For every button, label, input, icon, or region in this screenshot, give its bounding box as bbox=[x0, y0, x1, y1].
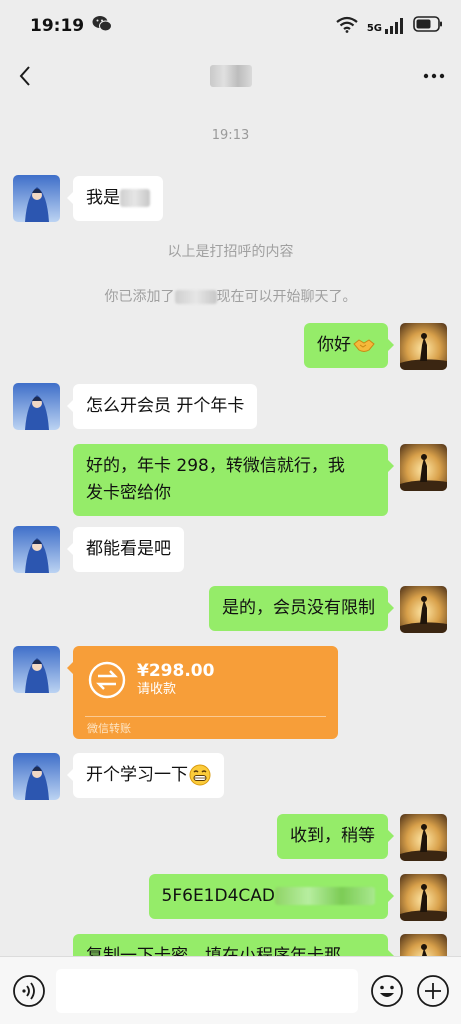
contact-avatar[interactable] bbox=[13, 753, 60, 800]
chevron-left-icon[interactable] bbox=[14, 64, 38, 88]
transfer-status: 请收款 bbox=[137, 682, 177, 697]
message-text: 都能看是吧 bbox=[86, 539, 171, 559]
plus-icon[interactable] bbox=[416, 974, 450, 1008]
my-avatar[interactable] bbox=[400, 934, 447, 956]
wechat-icon bbox=[92, 15, 113, 37]
message-bubble-outgoing[interactable]: 你好 bbox=[304, 323, 394, 368]
status-time: 19:19 bbox=[30, 16, 85, 36]
redacted-patch bbox=[120, 189, 150, 207]
status-bar: 19:19 5G bbox=[0, 0, 461, 52]
message-bubble-incoming[interactable]: 都能看是吧 bbox=[67, 527, 184, 572]
divider bbox=[85, 716, 326, 717]
message-bubble-outgoing[interactable]: 收到，稍等 bbox=[277, 814, 394, 859]
timestamp: 19:13 bbox=[211, 128, 250, 143]
input-bar bbox=[0, 956, 461, 1024]
message-text: 怎么开会员 开个年卡 bbox=[86, 396, 245, 416]
my-avatar[interactable] bbox=[400, 323, 447, 370]
message-bubble-outgoing[interactable]: 5F6E1D4CAD bbox=[148, 874, 395, 919]
transfer-exchange-icon bbox=[87, 660, 127, 700]
message-text-line: 好的，年卡 298，转微信就行，我 bbox=[86, 456, 345, 476]
emoji-icon[interactable] bbox=[370, 974, 404, 1008]
battery-icon bbox=[413, 16, 443, 36]
message-text: 你好 bbox=[317, 335, 351, 355]
system-text-part1: 你已添加了 bbox=[104, 289, 175, 305]
more-dots-icon[interactable] bbox=[421, 64, 447, 88]
message-input[interactable] bbox=[56, 969, 358, 1013]
handshake-emoji-icon bbox=[353, 335, 375, 355]
transfer-card[interactable]: ¥298.00 请收款 微信转账 bbox=[67, 646, 338, 739]
voice-icon[interactable] bbox=[12, 974, 46, 1008]
message-bubble-outgoing[interactable]: 复制一下卡密，填在小程序年卡那 bbox=[73, 934, 394, 956]
message-bubble-incoming[interactable]: 开个学习一下 bbox=[67, 753, 224, 798]
my-avatar[interactable] bbox=[400, 444, 447, 491]
message-text: 是的，会员没有限制 bbox=[222, 598, 375, 618]
chat-title bbox=[209, 65, 252, 87]
network-label: 5G bbox=[366, 23, 382, 34]
grinning-emoji-icon bbox=[189, 764, 211, 786]
added-friend-note: 你已添加了 现在可以开始聊天了。 bbox=[0, 286, 461, 306]
message-bubble-outgoing[interactable]: 是的，会员没有限制 bbox=[209, 586, 394, 631]
contact-avatar[interactable] bbox=[13, 526, 60, 573]
chat-header bbox=[0, 52, 461, 100]
message-bubble-incoming[interactable]: 我是 bbox=[67, 176, 163, 221]
message-bubble-incoming[interactable]: 怎么开会员 开个年卡 bbox=[66, 384, 258, 429]
message-text: 开个学习一下 bbox=[86, 765, 188, 785]
greeting-note: 以上是打招呼的内容 bbox=[167, 244, 294, 260]
my-avatar[interactable] bbox=[400, 814, 447, 861]
contact-avatar[interactable] bbox=[13, 646, 60, 693]
message-text: 复制一下卡密，填在小程序年卡那 bbox=[86, 946, 341, 956]
message-text: 收到，稍等 bbox=[290, 826, 375, 846]
message-bubble-outgoing[interactable]: 好的，年卡 298，转微信就行，我 发卡密给你 bbox=[73, 444, 394, 516]
redacted-patch bbox=[174, 290, 217, 304]
transfer-footer: 微信转账 bbox=[87, 722, 131, 735]
message-text: 我是 bbox=[86, 188, 120, 208]
my-avatar[interactable] bbox=[400, 874, 447, 921]
transfer-amount: ¥298.00 bbox=[137, 661, 215, 681]
message-list[interactable]: 19:13 我是 以上是打招呼的内容 你已添加了 现在可以开始聊天了。 你好 怎… bbox=[0, 100, 461, 956]
contact-avatar[interactable] bbox=[13, 383, 60, 430]
message-text-line: 发卡密给你 bbox=[86, 483, 171, 503]
system-text-part2: 现在可以开始聊天了。 bbox=[216, 289, 357, 305]
5g-signal-icon: 5G bbox=[367, 18, 405, 34]
my-avatar[interactable] bbox=[400, 586, 447, 633]
contact-avatar[interactable] bbox=[13, 175, 60, 222]
wifi-icon bbox=[335, 15, 359, 37]
redacted-patch bbox=[275, 887, 375, 905]
message-text: 5F6E1D4CAD bbox=[161, 886, 275, 906]
